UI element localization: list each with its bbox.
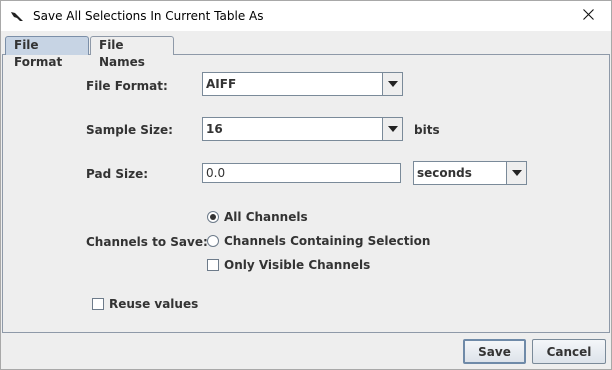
pad-unit-value: seconds — [417, 166, 472, 180]
file-format-panel: File Format: AIFF Sample Size: 16 bits P… — [2, 54, 610, 333]
window-title: Save All Selections In Current Table As — [33, 9, 264, 23]
cancel-button[interactable]: Cancel — [532, 339, 606, 364]
file-format-combobox[interactable]: AIFF — [202, 72, 403, 96]
only-visible-checkbox[interactable] — [207, 259, 219, 271]
sample-size-combobox[interactable]: 16 — [202, 117, 403, 141]
reuse-values-label[interactable]: Reuse values — [109, 297, 198, 311]
sample-size-value: 16 — [206, 122, 223, 136]
channels-label: Channels to Save: — [86, 235, 208, 249]
save-selections-dialog: Save All Selections In Current Table As … — [0, 0, 612, 370]
pad-size-input[interactable] — [203, 164, 400, 182]
chevron-down-icon[interactable] — [382, 73, 402, 95]
close-icon — [582, 9, 594, 23]
pad-size-label: Pad Size: — [86, 167, 149, 181]
sample-size-label: Sample Size: — [86, 123, 173, 137]
sample-size-unit: bits — [414, 123, 440, 137]
chevron-down-icon[interactable] — [382, 118, 402, 140]
file-format-label: File Format: — [86, 79, 168, 93]
pad-size-field[interactable] — [202, 163, 401, 183]
pad-unit-combobox[interactable]: seconds — [413, 161, 527, 185]
reuse-values-checkbox[interactable] — [92, 298, 104, 310]
chevron-down-icon[interactable] — [506, 162, 526, 184]
only-visible-label[interactable]: Only Visible Channels — [224, 258, 370, 272]
channels-selection-label[interactable]: Channels Containing Selection — [224, 234, 430, 248]
tab-file-names[interactable]: File Names — [90, 36, 174, 69]
bird-icon — [10, 9, 24, 23]
title-bar: Save All Selections In Current Table As — [1, 1, 611, 31]
all-channels-radio[interactable] — [207, 211, 219, 223]
tab-file-format[interactable]: File Format — [5, 36, 89, 69]
close-button[interactable] — [565, 1, 611, 31]
all-channels-label[interactable]: All Channels — [224, 210, 308, 224]
channels-selection-radio[interactable] — [207, 235, 219, 247]
save-button[interactable]: Save — [463, 339, 526, 364]
file-format-value: AIFF — [206, 77, 237, 91]
